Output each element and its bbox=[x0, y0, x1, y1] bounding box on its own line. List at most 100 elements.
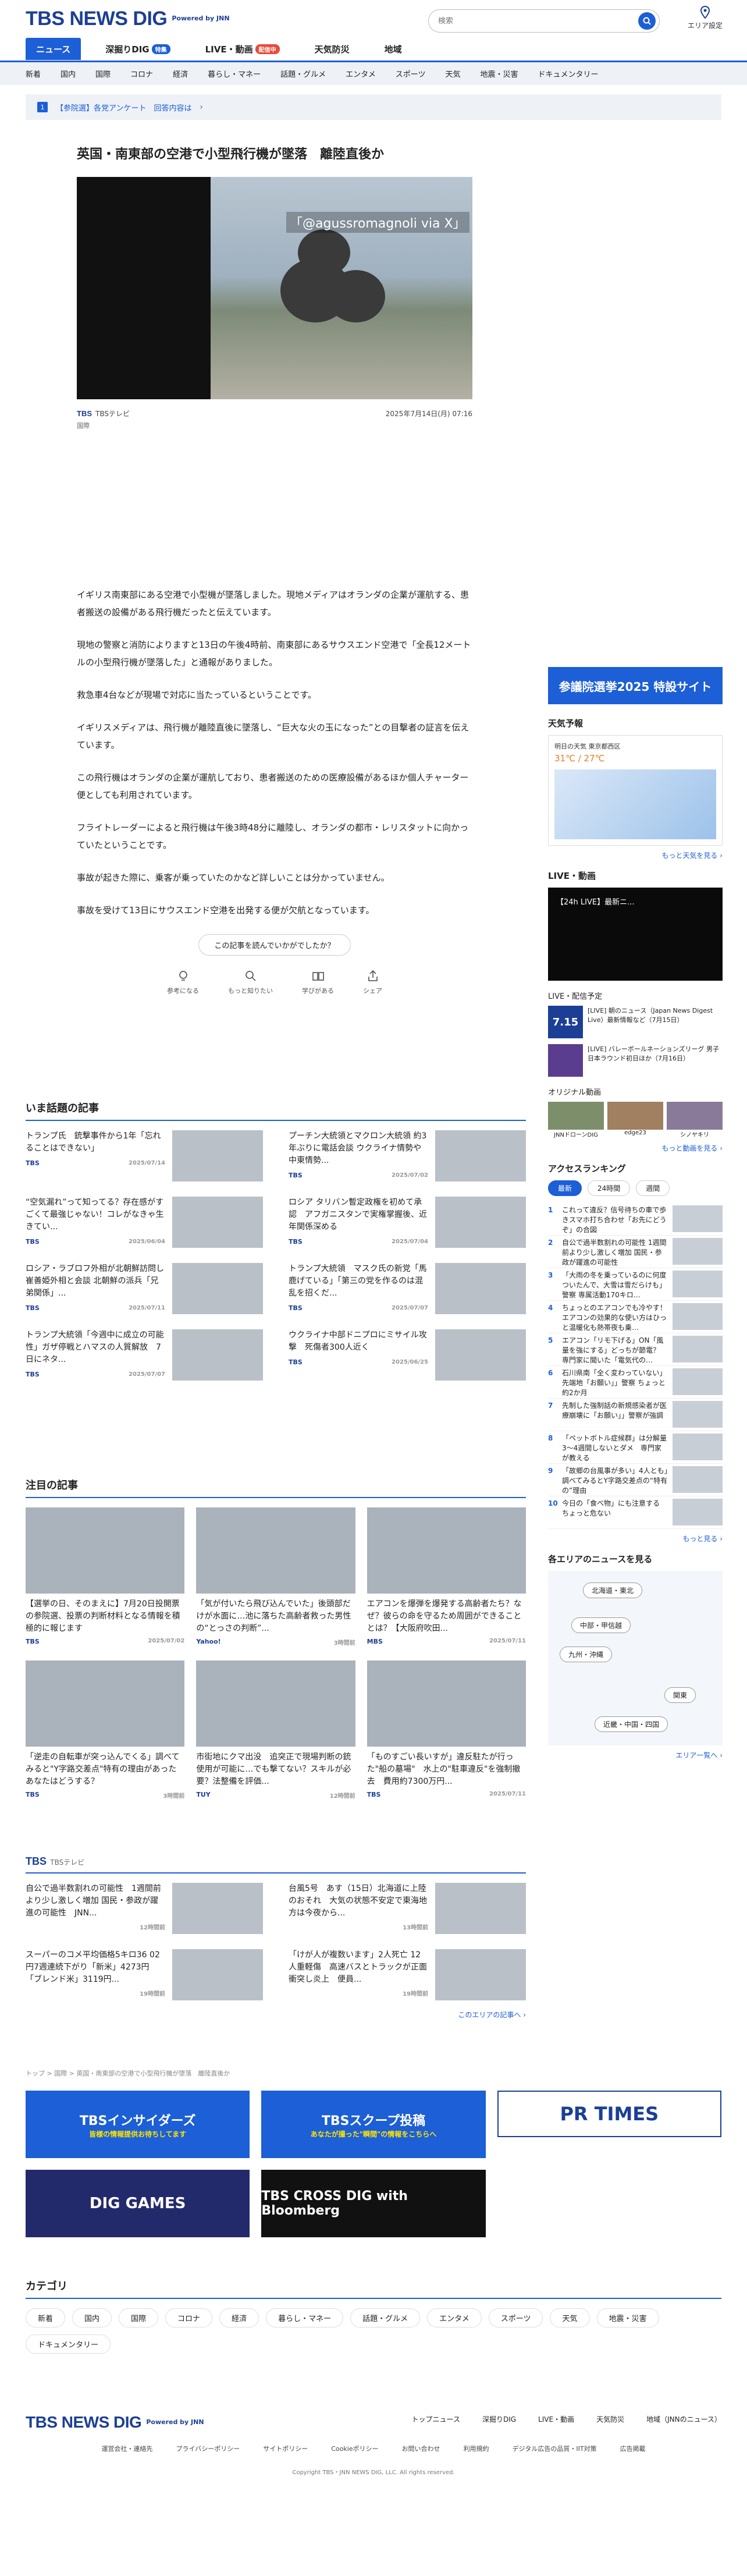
footer-link[interactable]: 利用規約 bbox=[464, 2444, 489, 2453]
article-card[interactable]: プーチン大統領とマクロン大統領 約3年ぶりに電話会談 ウクライナ情勢や中東情勢.… bbox=[289, 1130, 526, 1186]
subnav-item[interactable]: 地震・災害 bbox=[481, 68, 518, 79]
subnav-item[interactable]: スポーツ bbox=[396, 68, 426, 79]
area-button[interactable]: 中部・甲信越 bbox=[571, 1617, 631, 1633]
search-button[interactable] bbox=[638, 12, 656, 30]
dig-games-banner[interactable]: DIG GAMES bbox=[26, 2170, 250, 2237]
footer-nav-link[interactable]: 天気防災 bbox=[596, 2414, 624, 2424]
category-chip[interactable]: 暮らし・マネー bbox=[266, 2308, 344, 2327]
ranking-item[interactable]: 8 「ペットボトル症候群」は分解量3～4週間しないとダメ 専門家が教える bbox=[548, 1431, 723, 1464]
prtimes-banner[interactable]: PR TIMES bbox=[497, 2091, 721, 2137]
ranking-item[interactable]: 10 今日の「食べ物」にも注意する ちょっと危ない bbox=[548, 1496, 723, 1529]
article-card[interactable]: スーパーのコメ平均価格5キロ36 02円7週連続下がり「新米」4273円「ブレン… bbox=[26, 1949, 263, 2005]
footer-nav-link[interactable]: LIVE・動画 bbox=[538, 2414, 574, 2424]
footer-link[interactable]: プライバシーポリシー bbox=[176, 2444, 240, 2453]
featured-card[interactable]: エアコンを爆弾を爆発する高齢者たち？なぜ？彼らの命を守るため周囲ができることとは… bbox=[367, 1507, 526, 1647]
subnav-item[interactable]: 経済 bbox=[173, 68, 188, 79]
area-button[interactable]: 北海道・東北 bbox=[583, 1582, 643, 1598]
feedback-more[interactable]: もっと知りたい bbox=[228, 970, 273, 995]
footer-nav-link[interactable]: 地域（JNNのニュース） bbox=[646, 2414, 721, 2424]
category-chip[interactable]: 国際 bbox=[119, 2308, 159, 2327]
area-more-link[interactable]: エリア一覧へ › bbox=[548, 1750, 723, 1760]
search-input[interactable] bbox=[438, 16, 638, 26]
area-button[interactable]: 九州・沖縄 bbox=[560, 1647, 613, 1662]
featured-card[interactable]: 「気が付いたら飛び込んでいた」後頭部だけが水面に…池に落ちた高齢者救った男性の“… bbox=[196, 1507, 355, 1647]
ranking-item[interactable]: 5 エアコン「リモ下げる」ON「風量を強にする」どっちが節電？ 専門家に聞いた「電… bbox=[548, 1333, 723, 1366]
subnav-item[interactable]: 話題・グルメ bbox=[280, 68, 326, 79]
subnav-item[interactable]: コロナ bbox=[130, 68, 153, 79]
cross-dig-banner[interactable]: TBS CROSS DIG with Bloomberg bbox=[261, 2170, 486, 2237]
category-chip[interactable]: ドキュメンタリー bbox=[26, 2334, 111, 2354]
article-card[interactable]: “空気漏れ”って知ってる？存在感がすごくて最強じゃない！コレがなきゃ生きてい..… bbox=[26, 1197, 263, 1252]
feedback-learn[interactable]: 学びがある bbox=[302, 970, 334, 995]
article-card[interactable]: ロシア タリバン暫定政権を初めて承認 アフガニスタンで実権掌握後、近年関係深める… bbox=[289, 1197, 526, 1252]
article-card[interactable]: ウクライナ中部ドニプロにミサイル攻撃 死傷者300人近く TBS 2025/06/2… bbox=[289, 1329, 526, 1385]
area-button[interactable]: 近畿・中国・四国 bbox=[595, 1716, 668, 1732]
footer-nav-link[interactable]: 深掘りDIG bbox=[482, 2414, 516, 2424]
featured-card[interactable]: 「逆走の自転車が突っ込んでくる」調べてみると"Y字路交差点"特有の理由があった … bbox=[26, 1660, 185, 1800]
live-schedule-item[interactable]: 7.15 [LIVE] 朝のニュース（Japan News Digest Liv… bbox=[548, 1006, 723, 1039]
notice-bar[interactable]: 1 【参院選】各党アンケート 回答内容は › bbox=[26, 94, 721, 120]
subnav-item[interactable]: 天気 bbox=[445, 68, 460, 79]
ranking-item[interactable]: 7 先制した強制話の新規感染者が医療崩壊に「お願い」」警察が強調 bbox=[548, 1399, 723, 1431]
weather-more-link[interactable]: もっと天気を見る › bbox=[548, 850, 723, 860]
ranking-item[interactable]: 1 これって違反？信号待ちの車で歩きスマホ打ち合わせ「お先にどうぞ」の合図 bbox=[548, 1203, 723, 1236]
ranking-tab[interactable]: 週間 bbox=[636, 1180, 670, 1196]
nav-weather[interactable]: 天気防災 bbox=[304, 38, 360, 60]
article-card[interactable]: トランプ大統領「今週中に成立の可能性」ガザ停戦とハマスの人質解放 7日にネタ..… bbox=[26, 1329, 263, 1385]
ranking-item[interactable]: 6 石川県南「全く変わっていない」先端地「お願い」」警察 ちょっと約2か月 bbox=[548, 1366, 723, 1399]
article-card[interactable]: トランプ氏 銃撃事件から1年「忘れることはできない」 TBS 2025/07/14 bbox=[26, 1130, 263, 1186]
category-chip[interactable]: 話題・グルメ bbox=[350, 2308, 421, 2327]
live-schedule-item[interactable]: [LIVE] バレーボールネーションズリーグ 男子日本ラウンド初日ほか（7月16… bbox=[548, 1044, 723, 1078]
nav-live[interactable]: LIVE・動画 配信中 bbox=[195, 38, 290, 60]
article-card[interactable]: 台風5号 あす（15日）北海道に上陸のおそれ 大気の状態不安定で東海地方は今夜か… bbox=[289, 1883, 526, 1939]
category-chip[interactable]: 天気 bbox=[550, 2308, 590, 2327]
category-chip[interactable]: 新着 bbox=[26, 2308, 66, 2327]
ranking-item[interactable]: 4 ちょっとのエアコンでも冷やす！エアコンの効果的な使い方はひっと温暖化も熱帯夜も… bbox=[548, 1301, 723, 1333]
nav-news[interactable]: ニュース bbox=[26, 38, 81, 60]
category-chip[interactable]: 経済 bbox=[219, 2308, 259, 2327]
area-setting[interactable]: エリア設定 bbox=[682, 5, 728, 30]
tbs-more-link[interactable]: このエリアの記事へ › bbox=[26, 2010, 526, 2020]
ranking-item[interactable]: 3 「大雨の冬を乗っているのに何度ついたんで、大雪は雪だらけも」警察 専属活動17… bbox=[548, 1268, 723, 1301]
ranking-more-link[interactable]: もっと見る › bbox=[548, 1534, 723, 1544]
footer-link[interactable]: Cookieポリシー bbox=[331, 2444, 378, 2453]
category-chip[interactable]: コロナ bbox=[165, 2308, 213, 2327]
subnav-item[interactable]: 国内 bbox=[61, 68, 76, 79]
feedback-question[interactable]: この記事を読んでいかがでしたか？ bbox=[198, 934, 351, 956]
category-chip[interactable]: 地震・災害 bbox=[596, 2308, 659, 2327]
article-card[interactable]: 自公で過半数割れの可能性 1週間前より少し激しく増加 国民・参政が躍進の可能性 … bbox=[26, 1883, 263, 1939]
footer-link[interactable]: 広告掲載 bbox=[620, 2444, 646, 2453]
category-chip[interactable]: スポーツ bbox=[488, 2308, 543, 2327]
article-category[interactable]: 国際 bbox=[77, 421, 472, 430]
ranking-item[interactable]: 2 自公で過半数割れの可能性 1週間前より少し激しく増加 国民・参政が躍進の可能性 bbox=[548, 1236, 723, 1268]
nav-deep-dig[interactable]: 深掘りDIG 特集 bbox=[95, 38, 180, 60]
scoop-banner[interactable]: TBSスクープ投稿 あなたが撮った"瞬間"の情報をこちらへ bbox=[261, 2091, 486, 2158]
footer-link[interactable]: サイトポリシー bbox=[263, 2444, 308, 2453]
article-card[interactable]: ロシア・ラブロフ外相が北朝鮮訪問し崔善姫外相と会談 北朝鮮の派兵「兄弟関係」..… bbox=[26, 1263, 263, 1319]
subnav-item[interactable]: ドキュメンタリー bbox=[538, 68, 599, 79]
ranking-tab[interactable]: 24時間 bbox=[588, 1180, 631, 1196]
category-chip[interactable]: 国内 bbox=[72, 2308, 112, 2327]
category-chip[interactable]: エンタメ bbox=[427, 2308, 482, 2327]
original-video[interactable]: シノヤキリ bbox=[667, 1102, 723, 1138]
site-logo[interactable]: TBS NEWS DIG Powered by JNN bbox=[26, 8, 230, 30]
footer-link[interactable]: 運営会社・連絡先 bbox=[101, 2444, 152, 2453]
live-player[interactable]: 【24h LIVE】最新ニ... bbox=[548, 888, 723, 981]
featured-card[interactable]: 「ものすごい長いすが」違反駐たが行った"船の墓場" 水上の"駐車違反"を強制撤去… bbox=[367, 1660, 526, 1800]
subnav-item[interactable]: 新着 bbox=[26, 68, 41, 79]
featured-card[interactable]: 市街地にクマ出没 追突正で現場判断の銃使用が可能に…でも撃てない？スキルが必要？… bbox=[196, 1660, 355, 1800]
ranking-item[interactable]: 9 「故郷の台風事が多い」4人とも」調べてみるとY字路交差点の“特有の”理由 bbox=[548, 1464, 723, 1496]
footer-nav-link[interactable]: トップニュース bbox=[412, 2414, 460, 2424]
nav-region[interactable]: 地域 bbox=[374, 38, 412, 60]
article-card[interactable]: トランプ大統領 マスク氏の新党「馬鹿げている」「第三の党を作るのは混乱を招くだ.… bbox=[289, 1263, 526, 1319]
featured-card[interactable]: 【選挙の日、そのまえに】7月20日投開票の参院選、投票の判断材料となる情報を積極… bbox=[26, 1507, 185, 1647]
subnav-item[interactable]: 暮らし・マネー bbox=[208, 68, 261, 79]
article-card[interactable]: 「けが人が複数います」2人死亡 12人重軽傷 高速バスとトラックが正面衝突し炎上… bbox=[289, 1949, 526, 2005]
insiders-banner[interactable]: TBSインサイダーズ 皆様の情報提供お待ちしてます bbox=[26, 2091, 250, 2158]
footer-link[interactable]: デジタル広告の品質・IIT対策 bbox=[513, 2444, 597, 2453]
subnav-item[interactable]: 国際 bbox=[95, 68, 111, 79]
area-button[interactable]: 関東 bbox=[664, 1687, 696, 1703]
ranking-tab[interactable]: 最新 bbox=[548, 1180, 582, 1196]
weather-widget[interactable]: 明日の天気 東京都西区 31℃ / 27℃ bbox=[548, 735, 723, 846]
original-video[interactable]: edge23 bbox=[607, 1102, 663, 1138]
